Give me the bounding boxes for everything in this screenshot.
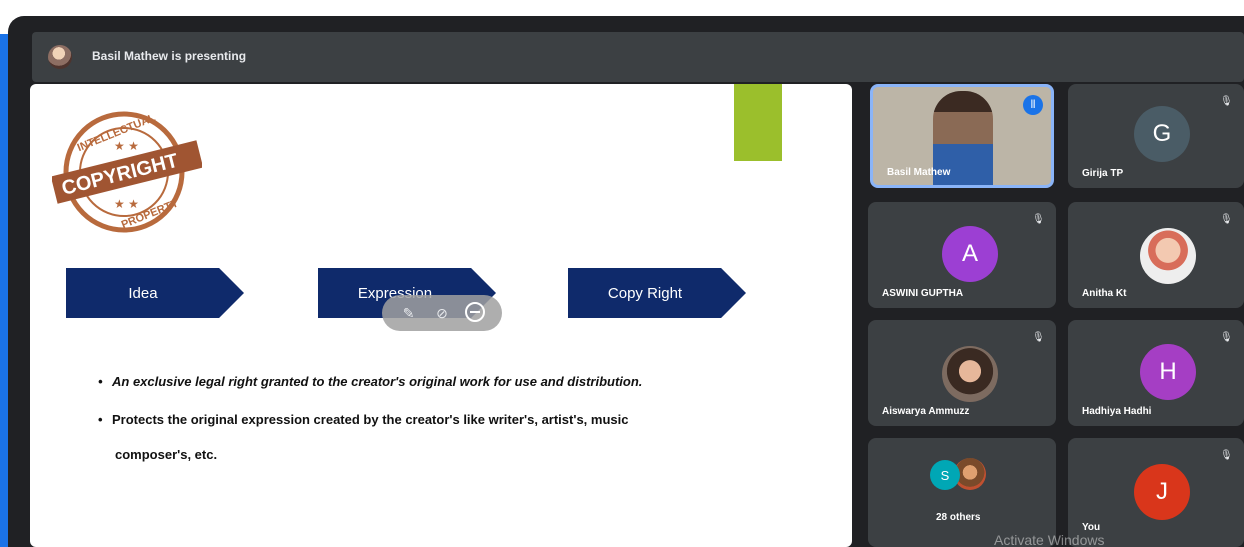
pin-icon[interactable]: ✎ bbox=[397, 305, 421, 322]
meet-window: Basil Mathew is presenting INTELLECTUAL … bbox=[8, 16, 1244, 547]
participant-name: ASWINI GUPTHA bbox=[882, 288, 964, 299]
mic-off-icon: 🎙 bbox=[1220, 332, 1233, 343]
shared-slide: INTELLECTUAL COPYRIGHT PROPERTY ★ ★ ★ ★ … bbox=[30, 84, 852, 547]
mic-off-icon: 🎙 bbox=[1220, 96, 1233, 107]
participant-name: Anitha Kt bbox=[1082, 288, 1127, 299]
avatar: J bbox=[1134, 464, 1190, 520]
avatar: G bbox=[1134, 106, 1190, 162]
avatar-photo bbox=[1140, 228, 1196, 284]
mic-off-icon: 🎙 bbox=[1032, 214, 1045, 225]
activate-windows-watermark: Activate Windows bbox=[994, 532, 1105, 547]
svg-text:★ ★: ★ ★ bbox=[114, 139, 139, 153]
remove-icon[interactable] bbox=[463, 301, 487, 325]
copyright-stamp-logo: INTELLECTUAL COPYRIGHT PROPERTY ★ ★ ★ ★ bbox=[52, 111, 202, 233]
svg-text:★ ★: ★ ★ bbox=[114, 197, 139, 211]
slide-accent-block bbox=[734, 84, 782, 161]
mic-off-icon: 🎙 bbox=[1032, 332, 1045, 343]
avatar-photo bbox=[942, 346, 998, 402]
participant-tile-aswini[interactable]: 🎙 A ASWINI GUPTHA bbox=[868, 202, 1056, 308]
avatar: S bbox=[930, 460, 960, 490]
presenting-label: Basil Mathew is presenting bbox=[92, 49, 247, 63]
presenting-bar: Basil Mathew is presenting bbox=[32, 32, 1244, 82]
mic-off-icon: 🎙 bbox=[1220, 214, 1233, 225]
speaking-icon: ⦀ bbox=[1023, 95, 1043, 115]
hide-icon[interactable]: ⊘ bbox=[430, 305, 454, 322]
participant-name: 28 others bbox=[936, 512, 981, 523]
arrow-idea: Idea bbox=[66, 268, 244, 318]
participant-name: Basil Mathew bbox=[887, 167, 951, 178]
participant-name: Girija TP bbox=[1082, 168, 1124, 179]
participant-tile-basil[interactable]: ⦀ Basil Mathew bbox=[870, 84, 1054, 188]
participant-tile-others[interactable]: S 28 others bbox=[868, 438, 1056, 547]
screenshot: Basil Mathew is presenting INTELLECTUAL … bbox=[0, 0, 1244, 547]
participant-tile-aiswarya[interactable]: 🎙 Aiswarya Ammuzz bbox=[868, 320, 1056, 426]
participant-tile-you[interactable]: 🎙 J You bbox=[1068, 438, 1244, 547]
participant-name: Hadhiya Hadhi bbox=[1082, 406, 1152, 417]
participant-tile-hadhiya[interactable]: 🎙 H Hadhiya Hadhi bbox=[1068, 320, 1244, 426]
bullet-2-continued: composer's, etc. bbox=[115, 447, 218, 462]
bullet-1: • An exclusive legal right granted to the… bbox=[98, 374, 643, 389]
participant-tile-anitha[interactable]: 🎙 Anitha Kt bbox=[1068, 202, 1244, 308]
bullet-2: • Protects the original expression create… bbox=[98, 412, 629, 427]
presenter-avatar bbox=[48, 45, 72, 69]
participant-name: Aiswarya Ammuzz bbox=[882, 406, 970, 417]
arrow-copy-right: Copy Right bbox=[568, 268, 746, 318]
avatar: H bbox=[1140, 344, 1196, 400]
mic-off-icon: 🎙 bbox=[1220, 450, 1233, 461]
presentation-hover-toolbar: ✎ ⊘ bbox=[382, 295, 502, 331]
participant-tile-girija[interactable]: 🎙 G Girija TP bbox=[1068, 84, 1244, 188]
avatar: A bbox=[942, 226, 998, 282]
